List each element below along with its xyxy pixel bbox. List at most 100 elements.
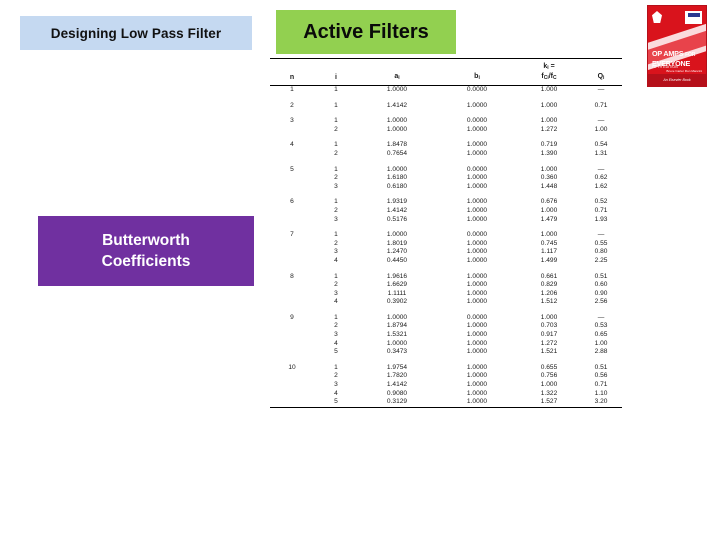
- cell-frequency-ratio-k: 1.000: [540, 86, 558, 93]
- book-title-main: OP AMPS: [652, 49, 684, 58]
- cell-coefficient-a: 1.2470: [386, 248, 408, 256]
- cell-coefficient-a: 0.3473: [386, 348, 408, 356]
- cell-frequency-ratio-k: 0.745: [540, 239, 558, 247]
- cell-index-i: 3: [334, 331, 338, 339]
- cell-coefficient-a: 1.5321: [386, 331, 408, 339]
- table-row: 3 1.4142 1.0000 1.000 0.71: [270, 381, 622, 390]
- table-row: 2 1.0000 1.0000 1.272 1.00: [270, 126, 622, 135]
- cell-quality-factor-q: 1.62: [594, 182, 608, 190]
- cell-order-n: [270, 381, 314, 390]
- cell-coefficient-b: 1.0000: [466, 174, 488, 182]
- cell-quality-factor-q: —: [597, 165, 605, 173]
- cell-quality-factor-q: 0.60: [594, 281, 608, 289]
- cell-order-n: 10: [288, 363, 296, 371]
- subtopic-chip: Butterworth Coefficients: [38, 216, 254, 286]
- cell-index-i: 2: [334, 322, 338, 330]
- table-header: n i ai bi ki = fCi/fC Qi: [270, 58, 622, 86]
- book-title-for: FOR: [685, 52, 696, 58]
- cell-coefficient-b: 0.0000: [466, 231, 488, 239]
- cell-quality-factor-q: —: [597, 117, 605, 125]
- cell-order-n: [270, 298, 314, 307]
- cell-coefficient-b: 1.0000: [466, 101, 488, 109]
- cell-index-i: 4: [334, 339, 338, 347]
- table-row: 4 0.9080 1.0000 1.322 1.10: [270, 390, 622, 399]
- cell-frequency-ratio-k: 0.917: [540, 331, 558, 339]
- cell-order-n: [270, 174, 314, 183]
- cell-frequency-ratio-k: 1.000: [540, 231, 558, 239]
- column-header-a: ai: [358, 58, 436, 86]
- topic-chip: Designing Low Pass Filter: [20, 16, 252, 50]
- cell-coefficient-b: 0.0000: [466, 313, 488, 321]
- cell-coefficient-b: 1.0000: [466, 339, 488, 347]
- cell-quality-factor-q: 0.51: [594, 272, 608, 280]
- table-row: 3 1 1.0000 0.0000 1.000 —: [270, 110, 622, 126]
- table-row: 3 1.5321 1.0000 0.917 0.65: [270, 331, 622, 340]
- table-row: 9 1 1.0000 0.0000 1.000 —: [270, 307, 622, 323]
- cell-quality-factor-q: 0.53: [594, 322, 608, 330]
- cell-coefficient-a: 1.0000: [386, 313, 408, 321]
- topic-chip-label: Designing Low Pass Filter: [50, 25, 222, 41]
- cell-coefficient-b: 1.0000: [466, 125, 488, 133]
- cell-order-n: [270, 150, 314, 159]
- cell-order-n: 5: [290, 165, 294, 173]
- cell-index-i: 1: [334, 198, 338, 206]
- cell-frequency-ratio-k: 1.000: [540, 206, 558, 214]
- table-row: 2 1 1.4142 1.0000 1.000 0.71: [270, 95, 622, 111]
- cell-index-i: 5: [334, 348, 338, 356]
- cell-quality-factor-q: 1.93: [594, 215, 608, 223]
- column-header-b: bi: [436, 58, 518, 86]
- cell-coefficient-b: 1.0000: [466, 363, 488, 371]
- cell-index-i: 3: [334, 381, 338, 389]
- cell-coefficient-b: 1.0000: [466, 289, 488, 297]
- cell-quality-factor-q: 2.88: [594, 348, 608, 356]
- cell-frequency-ratio-k: 1.272: [540, 339, 558, 347]
- cell-coefficient-a: 0.4450: [386, 256, 408, 264]
- cell-frequency-ratio-k: 1.322: [540, 389, 558, 397]
- table-row: 8 1 1.9616 1.0000 0.661 0.51: [270, 266, 622, 282]
- cell-quality-factor-q: 0.55: [594, 239, 608, 247]
- cell-coefficient-b: 1.0000: [466, 381, 488, 389]
- cover-badge: [684, 10, 703, 25]
- cell-coefficient-a: 1.0000: [386, 165, 408, 173]
- table-row: 4 0.4450 1.0000 1.499 2.25: [270, 257, 622, 266]
- cell-index-i: 1: [334, 363, 338, 371]
- cell-order-n: [270, 248, 314, 257]
- cell-quality-factor-q: 0.62: [594, 174, 608, 182]
- cell-frequency-ratio-k: 1.272: [540, 125, 558, 133]
- cell-quality-factor-q: 0.51: [594, 363, 608, 371]
- cell-quality-factor-q: 1.10: [594, 389, 608, 397]
- cell-frequency-ratio-k: 0.360: [540, 174, 558, 182]
- publisher-emblem-icon: [652, 11, 662, 23]
- cell-quality-factor-q: 0.90: [594, 289, 608, 297]
- subtopic-chip-line-1: Butterworth: [102, 232, 190, 249]
- cell-order-n: [270, 322, 314, 331]
- table-row: 6 1 1.9319 1.0000 0.676 0.52: [270, 191, 622, 207]
- book-footer-band: An Elsevier Book: [648, 74, 706, 86]
- cell-index-i: 4: [334, 256, 338, 264]
- cell-quality-factor-q: —: [597, 231, 605, 239]
- cell-coefficient-b: 1.0000: [466, 149, 488, 157]
- cell-coefficient-a: 0.5176: [386, 215, 408, 223]
- cell-quality-factor-q: 0.80: [594, 248, 608, 256]
- cell-coefficient-a: 1.0000: [386, 125, 408, 133]
- cell-coefficient-b: 1.0000: [466, 389, 488, 397]
- table-row: 3 1.1111 1.0000 1.206 0.90: [270, 290, 622, 299]
- cell-coefficient-b: 1.0000: [466, 248, 488, 256]
- table-row: 10 1 1.9754 1.0000 0.655 0.51: [270, 357, 622, 373]
- cell-coefficient-a: 1.1111: [387, 289, 407, 297]
- cell-quality-factor-q: 0.52: [594, 198, 608, 206]
- cell-quality-factor-q: 0.71: [594, 101, 608, 109]
- cell-order-n: 7: [290, 231, 294, 239]
- table-row: 1 1 1.0000 0.0000 1.000 —: [270, 86, 622, 95]
- cell-coefficient-b: 1.0000: [466, 239, 488, 247]
- cell-coefficient-b: 1.0000: [466, 206, 488, 214]
- cell-quality-factor-q: 0.71: [594, 206, 608, 214]
- cell-quality-factor-q: 1.00: [594, 125, 608, 133]
- cell-coefficient-a: 1.6180: [386, 174, 408, 182]
- cell-order-n: [270, 240, 314, 249]
- cell-order-n: [270, 183, 314, 192]
- cell-frequency-ratio-k: 1.479: [540, 215, 558, 223]
- cell-order-n: [270, 290, 314, 299]
- cell-frequency-ratio-k: 1.448: [540, 182, 558, 190]
- cell-order-n: [270, 331, 314, 340]
